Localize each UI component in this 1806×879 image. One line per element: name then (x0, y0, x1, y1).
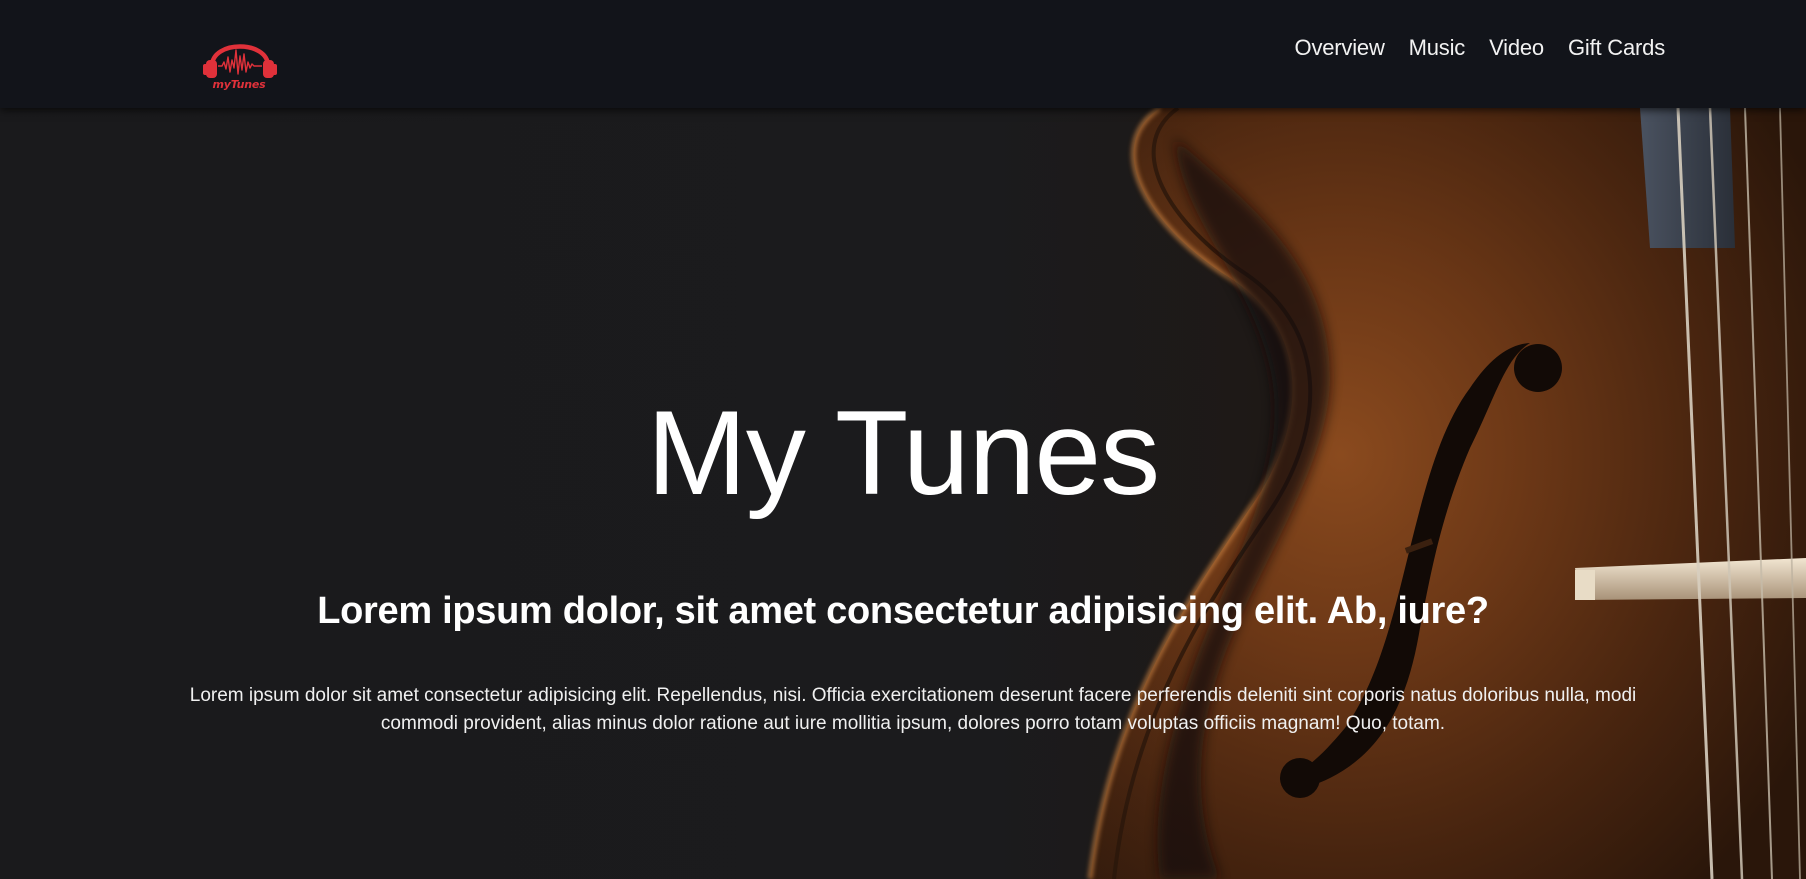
page: myTunes Overview Music Video Gift Cards (0, 0, 1806, 879)
nav-link-gift-cards[interactable]: Gift Cards (1568, 35, 1665, 61)
headphones-logo-icon (203, 44, 277, 78)
hero-subtitle: Lorem ipsum dolor, sit amet consectetur … (317, 590, 1489, 632)
navbar: myTunes Overview Music Video Gift Cards (0, 0, 1806, 108)
nav-links: Overview Music Video Gift Cards (1295, 30, 1666, 66)
hero-title: My Tunes (646, 386, 1160, 520)
logo-text: myTunes (212, 78, 266, 91)
nav-link-video[interactable]: Video (1489, 35, 1544, 61)
hero-section: My Tunes Lorem ipsum dolor, sit amet con… (0, 108, 1806, 879)
hero-description: Lorem ipsum dolor sit amet consectetur a… (189, 685, 1637, 734)
logo-link[interactable]: myTunes (200, 26, 280, 96)
nav-link-overview[interactable]: Overview (1295, 35, 1385, 61)
nav-link-music[interactable]: Music (1409, 35, 1466, 61)
